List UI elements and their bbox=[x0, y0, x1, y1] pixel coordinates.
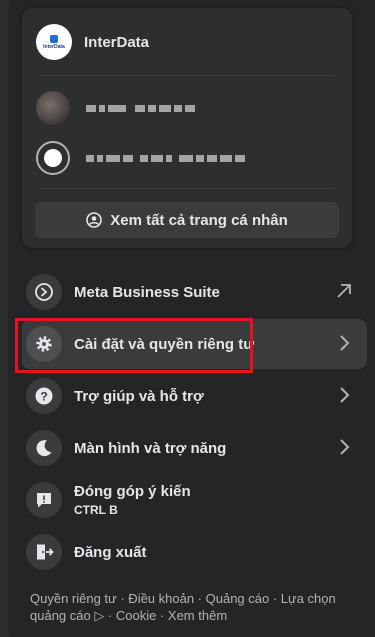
interdata-logo: InterData bbox=[40, 34, 68, 50]
account-row[interactable] bbox=[36, 136, 338, 180]
chevron-right-icon bbox=[340, 335, 350, 351]
menu-item-label: Cài đặt và quyền riêng tư bbox=[74, 335, 255, 353]
svg-text:?: ? bbox=[40, 390, 47, 404]
moon-icon bbox=[26, 430, 62, 466]
page-name: InterData bbox=[84, 33, 150, 51]
menu-item-meta-business-suite[interactable]: Meta Business Suite bbox=[22, 267, 367, 317]
menu-item-feedback[interactable]: Đóng góp ý kiến CTRL B bbox=[22, 475, 367, 525]
chevron-right-icon bbox=[340, 439, 350, 455]
menu-item-display-accessibility[interactable]: Màn hình và trợ năng bbox=[22, 423, 367, 473]
redacted-name bbox=[86, 154, 245, 162]
see-all-label: Xem tất cả trang cá nhân bbox=[110, 211, 288, 229]
avatar bbox=[36, 141, 70, 175]
feedback-icon bbox=[26, 482, 62, 518]
divider bbox=[40, 188, 334, 189]
meta-business-icon bbox=[26, 274, 62, 310]
gear-icon bbox=[26, 326, 62, 362]
keyboard-shortcut: CTRL B bbox=[74, 503, 118, 517]
external-arrow-icon bbox=[337, 284, 351, 298]
logout-icon bbox=[26, 534, 62, 570]
divider bbox=[40, 75, 334, 76]
menu-item-label: Trợ giúp và hỗ trợ bbox=[74, 387, 204, 405]
help-icon: ? bbox=[26, 378, 62, 414]
menu-item-label: Màn hình và trợ năng bbox=[74, 439, 227, 457]
page-avatar: InterData bbox=[36, 24, 72, 60]
see-all-profiles-button[interactable]: Xem tất cả trang cá nhân bbox=[35, 202, 339, 238]
current-page-row[interactable]: InterData InterData bbox=[36, 20, 338, 64]
menu-item-logout[interactable]: Đăng xuất bbox=[22, 527, 367, 577]
account-menu-panel: InterData InterData Xem tất cả trang cá … bbox=[8, 0, 367, 637]
redacted-name bbox=[86, 104, 195, 112]
user-circle-icon bbox=[86, 212, 103, 228]
profile-switcher-card: InterData InterData Xem tất cả trang cá … bbox=[22, 8, 352, 248]
account-row[interactable] bbox=[36, 86, 338, 130]
menu-item-settings-privacy[interactable]: Cài đặt và quyền riêng tư bbox=[22, 319, 367, 369]
menu-item-label: Đăng xuất bbox=[74, 543, 147, 561]
avatar bbox=[36, 91, 70, 125]
footer-links[interactable]: Quyền riêng tư · Điều khoản · Quảng cáo … bbox=[30, 590, 350, 624]
menu-item-help-support[interactable]: ? Trợ giúp và hỗ trợ bbox=[22, 371, 367, 421]
menu-item-label: Đóng góp ý kiến bbox=[74, 483, 191, 500]
menu-item-label: Meta Business Suite bbox=[74, 283, 220, 301]
chevron-right-icon bbox=[340, 387, 350, 403]
